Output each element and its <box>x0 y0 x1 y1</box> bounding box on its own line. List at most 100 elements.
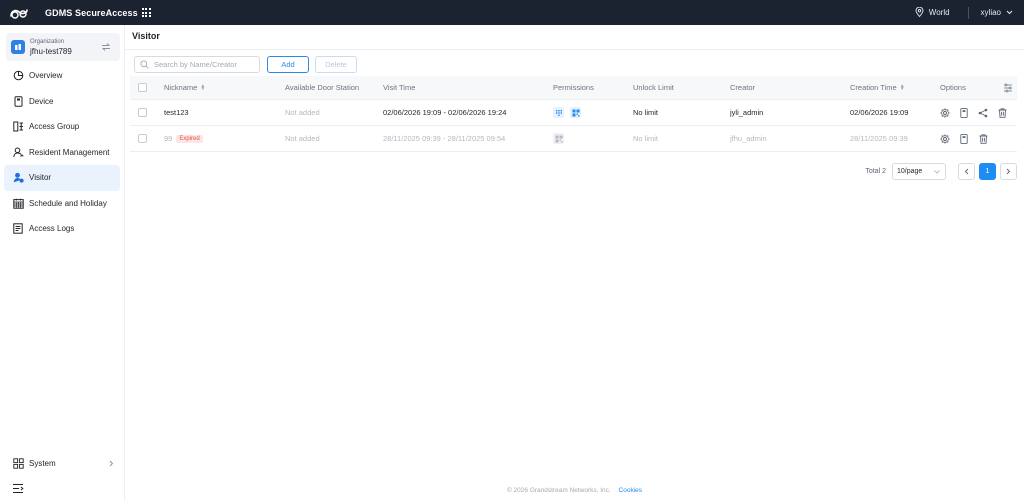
sidebar-item-label: Access Group <box>29 122 80 132</box>
gdms-logo-icon[interactable] <box>9 6 31 20</box>
table-header: Nickname ▲ ▼ Available Door Station Visit… <box>130 76 1017 100</box>
column-label: Creation Time <box>850 83 897 92</box>
pagination: Total 2 10/page 1 <box>865 163 1017 180</box>
footer: © 2026 Grandstream Networks, Inc. Cookie… <box>125 487 1024 494</box>
sidebar-item-device[interactable]: Device <box>4 89 120 115</box>
chevron-down-icon <box>934 169 940 176</box>
organization-icon <box>11 40 25 54</box>
sidebar-item-system[interactable]: System <box>4 451 120 477</box>
page-title: Visitor <box>132 31 160 41</box>
location-pin-icon <box>915 6 924 19</box>
region-selector[interactable]: World <box>915 6 950 19</box>
search-box[interactable] <box>134 56 260 73</box>
sort-icon[interactable]: ▲ ▼ <box>200 83 205 91</box>
cell-permissions <box>553 107 633 118</box>
title-divider <box>125 49 1024 50</box>
switch-arrows-icon[interactable] <box>101 42 111 52</box>
cell-door-station: Not added <box>285 108 320 117</box>
share-icon[interactable] <box>978 108 988 118</box>
page-size-value: 10/page <box>897 168 923 175</box>
trash-icon[interactable] <box>997 107 1007 118</box>
cell-creation-time: 28/11/2025 09:39 <box>850 134 908 143</box>
column-door-station: Available Door Station <box>285 83 360 92</box>
column-label: Nickname <box>164 83 198 92</box>
column-unlock-limit: Unlock Limit <box>633 83 674 92</box>
organization-switcher[interactable]: Organization jfhu-test789 <box>6 33 120 61</box>
chevron-down-icon <box>1006 8 1013 17</box>
page-button-current[interactable]: 1 <box>979 163 996 180</box>
sidebar-item-access-logs[interactable]: Access Logs <box>4 216 120 242</box>
table-row[interactable]: 99 Expired Not added 28/11/2025 09:39 - … <box>130 126 1017 152</box>
cell-creator: jfhu_admin <box>730 134 767 143</box>
username: xyliao <box>980 8 1001 17</box>
sidebar-item-label: Overview <box>29 71 63 81</box>
next-page-button[interactable] <box>1000 163 1017 180</box>
cookies-link[interactable]: Cookies <box>619 487 642 494</box>
chevron-left-icon <box>964 168 969 175</box>
sort-icon[interactable]: ▲ ▼ <box>900 83 905 91</box>
sidebar-item-access-group[interactable]: Access Group <box>4 114 120 140</box>
cell-options <box>940 133 1017 144</box>
select-all-checkbox[interactable] <box>138 83 147 92</box>
system-grid-icon <box>12 458 24 470</box>
organization-name: jfhu-test789 <box>30 47 72 56</box>
keypad-permission-icon <box>553 107 564 118</box>
qr-code-permission-icon <box>570 107 581 118</box>
column-visit-time: Visit Time <box>383 83 416 92</box>
region-label: World <box>928 8 950 17</box>
column-creator: Creator <box>730 83 756 92</box>
device-card-icon[interactable] <box>959 133 969 144</box>
column-creation-time[interactable]: Creation Time ▲ ▼ <box>850 83 940 92</box>
sidebar-item-label: Schedule and Holiday <box>29 198 107 208</box>
sidebar-nav: Overview Device Access Group Resident Ma… <box>4 63 120 242</box>
cell-permissions <box>553 133 633 144</box>
sidebar-item-visitor[interactable]: Visitor <box>4 165 120 191</box>
logs-icon <box>12 223 24 235</box>
top-bar: GDMS SecureAccess World xyliao <box>0 0 1024 25</box>
page-size-select[interactable]: 10/page <box>892 163 946 180</box>
column-permissions: Permissions <box>553 83 594 92</box>
user-menu[interactable]: xyliao <box>981 8 1013 17</box>
settings-gear-icon[interactable] <box>940 133 950 144</box>
column-label: Options <box>940 83 966 92</box>
column-settings-icon[interactable] <box>1003 83 1013 93</box>
chevron-right-icon <box>109 460 114 469</box>
sidebar: Organization jfhu-test789 Overview Devic… <box>0 25 125 501</box>
row-checkbox[interactable] <box>138 108 147 117</box>
resident-icon <box>12 146 24 158</box>
organization-label: Organization <box>30 39 65 45</box>
device-card-icon[interactable] <box>959 107 969 118</box>
nickname-text: 99 <box>164 134 173 143</box>
sidebar-item-label: System <box>29 459 56 469</box>
search-input[interactable] <box>154 60 259 69</box>
row-checkbox[interactable] <box>138 134 147 143</box>
qr-code-permission-icon <box>553 133 564 144</box>
cell-options <box>940 107 1017 118</box>
sidebar-item-schedule-and-holiday[interactable]: Schedule and Holiday <box>4 191 120 217</box>
header-divider <box>967 6 969 19</box>
sidebar-item-overview[interactable]: Overview <box>4 63 120 89</box>
delete-button[interactable]: Delete <box>315 56 357 73</box>
cell-visit-time: 28/11/2025 09:39 - 28/11/2025 09:54 <box>383 134 506 143</box>
table-row[interactable]: test123 Not added 02/06/2026 19:09 - 02/… <box>130 100 1017 126</box>
expired-badge: Expired <box>176 134 203 143</box>
column-nickname[interactable]: Nickname ▲ ▼ <box>164 83 285 92</box>
sidebar-item-resident-management[interactable]: Resident Management <box>4 140 120 166</box>
trash-icon[interactable] <box>978 133 988 144</box>
app-title: GDMS SecureAccess <box>45 7 138 18</box>
apps-grid-icon[interactable] <box>141 8 151 17</box>
sidebar-item-label: Access Logs <box>29 224 75 234</box>
visitor-table: Nickname ▲ ▼ Available Door Station Visit… <box>130 76 1017 152</box>
search-icon <box>140 60 150 70</box>
collapse-sidebar-icon[interactable] <box>12 483 24 495</box>
copyright-text: © 2026 Grandstream Networks, Inc. <box>506 487 611 494</box>
cell-creation-time: 02/06/2026 19:09 <box>850 108 909 117</box>
add-button[interactable]: Add <box>267 56 309 73</box>
sidebar-item-label: Resident Management <box>29 147 110 157</box>
access-group-icon <box>12 121 24 133</box>
chevron-right-icon <box>1006 168 1011 175</box>
cell-unlock-limit: No limit <box>633 108 659 117</box>
settings-gear-icon[interactable] <box>940 107 950 118</box>
sidebar-item-label: Device <box>29 96 54 106</box>
prev-page-button[interactable] <box>958 163 975 180</box>
